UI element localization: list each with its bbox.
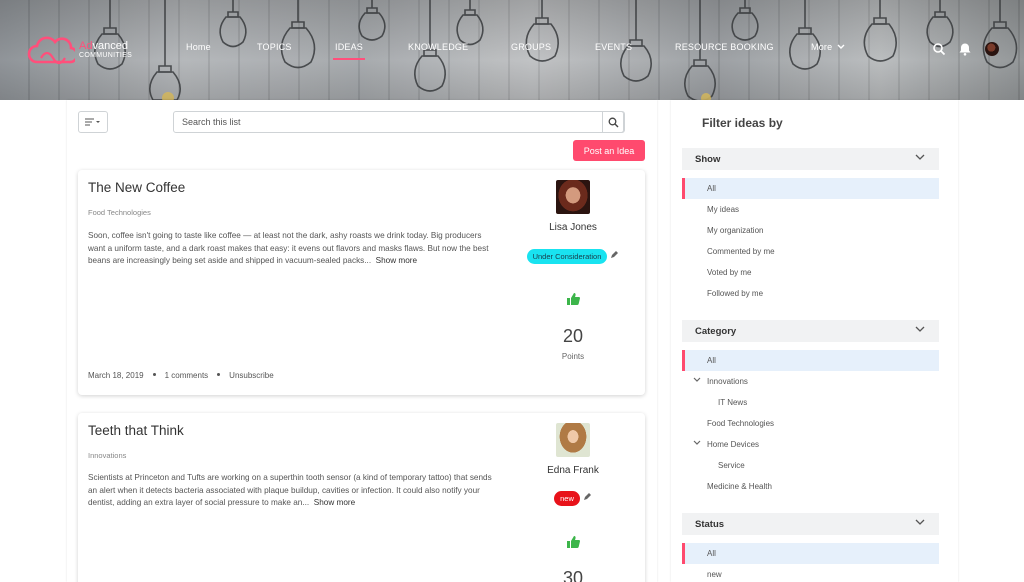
category-option-food-technologies[interactable]: Food Technologies <box>682 413 939 434</box>
filter-option-all[interactable]: All <box>682 178 939 199</box>
idea-excerpt-text: Soon, coffee isn't going to taste like c… <box>88 231 489 265</box>
idea-excerpt-text: Scientists at Princeton and Tufts are wo… <box>88 473 492 507</box>
filter-option-my-organization[interactable]: My organization <box>682 220 939 241</box>
idea-excerpt: Scientists at Princeton and Tufts are wo… <box>88 472 498 510</box>
author-name[interactable]: Edna Frank <box>508 465 638 476</box>
section-label: Show <box>695 154 721 165</box>
status-option-all[interactable]: All <box>682 543 939 564</box>
status-badge: new <box>554 491 580 506</box>
brand-logo[interactable]: Advanced COMMUNITIES <box>27 36 132 66</box>
section-label: Category <box>695 326 737 337</box>
idea-card: Teeth that Think Innovations Scientists … <box>78 413 645 582</box>
category-option-all[interactable]: All <box>682 350 939 371</box>
author-avatar[interactable] <box>556 423 590 457</box>
idea-category[interactable]: Innovations <box>88 451 126 460</box>
category-option-medicine-health[interactable]: Medicine & Health <box>682 476 939 497</box>
show-more-link[interactable]: Show more <box>376 256 417 265</box>
points-count: 20 <box>562 326 584 346</box>
filter-section-status[interactable]: Status <box>682 513 939 535</box>
sort-icon <box>85 118 100 126</box>
expand-chevron-icon[interactable] <box>693 440 701 446</box>
category-option-home-devices[interactable]: Home Devices <box>682 434 939 455</box>
author-avatar[interactable] <box>556 180 590 214</box>
user-avatar[interactable] <box>985 42 999 56</box>
idea-title[interactable]: Teeth that Think <box>88 423 184 438</box>
bell-icon[interactable] <box>958 42 972 56</box>
filter-section-category[interactable]: Category <box>682 320 939 342</box>
nav-more-label: More <box>811 42 833 52</box>
nav-groups[interactable]: GROUPS <box>511 42 551 52</box>
chevron-down-icon <box>915 519 925 525</box>
pencil-icon[interactable] <box>583 492 592 501</box>
idea-meta: March 18, 2019 1 comments Unsubscribe <box>88 371 274 380</box>
idea-title[interactable]: The New Coffee <box>88 180 185 195</box>
points-count: 30 <box>562 568 584 582</box>
category-option-service[interactable]: Service <box>682 455 939 476</box>
search-icon <box>608 117 618 127</box>
nav-more[interactable]: More <box>811 42 845 52</box>
nav-resource-booking[interactable]: RESOURCE BOOKING <box>675 42 774 52</box>
filter-title: Filter ideas by <box>702 116 783 130</box>
pencil-icon[interactable] <box>610 250 619 259</box>
author-name[interactable]: Lisa Jones <box>508 222 638 233</box>
category-option-innovations[interactable]: Innovations <box>682 371 939 392</box>
section-label: Status <box>695 519 725 530</box>
unsubscribe-link[interactable]: Unsubscribe <box>229 371 273 380</box>
nav-ideas[interactable]: IDEAS <box>332 42 366 60</box>
ideas-list-panel: Search this list Post an Idea The New Co… <box>67 100 657 582</box>
idea-category[interactable]: Food Technologies <box>88 208 151 217</box>
chevron-down-icon <box>837 44 845 49</box>
post-idea-button[interactable]: Post an Idea <box>573 140 645 161</box>
logo-subtext: COMMUNITIES <box>79 52 133 59</box>
comments-link[interactable]: 1 comments <box>165 371 209 380</box>
thumbs-up-icon[interactable] <box>566 535 580 549</box>
chevron-down-icon <box>915 154 925 160</box>
status-option-new[interactable]: new <box>682 564 939 582</box>
search-input[interactable]: Search this list <box>173 111 625 133</box>
status-badge: Under Consideration <box>526 249 608 264</box>
chevron-down-icon <box>915 326 925 332</box>
nav-home[interactable]: Home <box>186 42 211 52</box>
filter-option-voted-by-me[interactable]: Voted by me <box>682 262 939 283</box>
filter-sidebar: Filter ideas by Show All My ideas My org… <box>671 100 958 582</box>
filter-option-commented-by-me[interactable]: Commented by me <box>682 241 939 262</box>
sort-button[interactable] <box>78 111 108 133</box>
expand-chevron-icon[interactable] <box>693 377 701 383</box>
points-label: Points <box>561 352 585 361</box>
show-more-link[interactable]: Show more <box>314 498 355 507</box>
filter-option-my-ideas[interactable]: My ideas <box>682 199 939 220</box>
idea-author-block: Edna Frank new 30 <box>508 423 638 582</box>
nav-events[interactable]: EVENTS <box>595 42 632 52</box>
filter-option-followed-by-me[interactable]: Followed by me <box>682 283 939 304</box>
idea-author-block: Lisa Jones Under Consideration 20 Points <box>508 180 638 361</box>
idea-excerpt: Soon, coffee isn't going to taste like c… <box>88 230 498 268</box>
idea-card: The New Coffee Food Technologies Soon, c… <box>78 170 645 395</box>
category-option-it-news[interactable]: IT News <box>682 392 939 413</box>
filter-section-show[interactable]: Show <box>682 148 939 170</box>
search-icon[interactable] <box>932 42 946 56</box>
nav-topics[interactable]: TOPICS <box>257 42 292 52</box>
nav-knowledge[interactable]: KNOWLEDGE <box>408 42 468 52</box>
thumbs-up-icon[interactable] <box>566 292 580 306</box>
idea-date: March 18, 2019 <box>88 371 144 380</box>
search-submit-button[interactable] <box>602 111 624 133</box>
search-placeholder: Search this list <box>182 117 241 127</box>
cloud-logo-icon <box>27 36 75 65</box>
header-banner: Advanced COMMUNITIES Home TOPICS IDEAS K… <box>0 0 1024 100</box>
